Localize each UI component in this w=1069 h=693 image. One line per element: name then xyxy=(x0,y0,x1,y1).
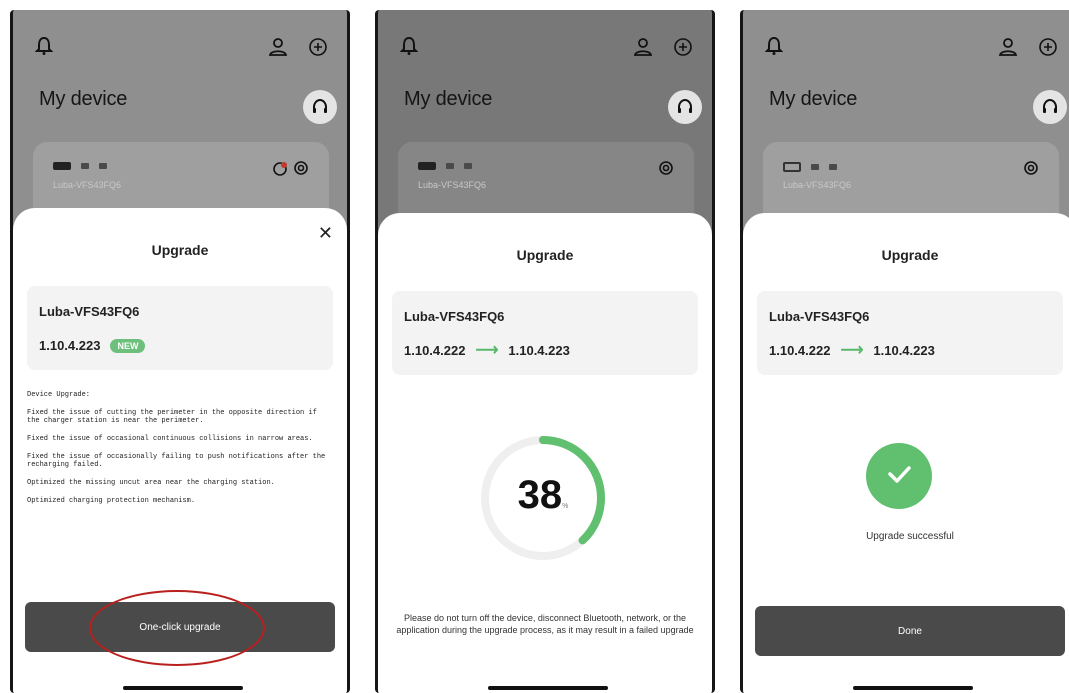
check-icon xyxy=(882,457,916,496)
arrow-right-icon: ⟶ xyxy=(475,341,499,359)
progress-value: 38 xyxy=(517,473,563,517)
version-label: 1.10.4.223 xyxy=(39,338,101,353)
upgrade-screen-prompt: My device Luba-VFS43FQ6 ✕ Upgrade Luba-V… xyxy=(10,10,350,693)
device-card-name: Luba-VFS43FQ6 xyxy=(418,180,487,190)
arrow-right-icon: ⟶ xyxy=(840,341,864,359)
release-note-item: Optimized the missing uncut area near th… xyxy=(27,479,275,487)
gear-icon[interactable] xyxy=(656,158,676,178)
release-notes: Device Upgrade: Fixed the issue of cutti… xyxy=(27,391,333,515)
device-name: Luba-VFS43FQ6 xyxy=(769,309,870,324)
done-button[interactable]: Done xyxy=(755,606,1065,656)
user-icon[interactable] xyxy=(997,36,1019,58)
home-indicator xyxy=(123,686,243,690)
release-note-item: Fixed the issue of cutting the perimeter… xyxy=(27,409,317,425)
version-to: 1.10.4.223 xyxy=(873,343,935,358)
upgrade-sheet: Upgrade Luba-VFS43FQ6 1.10.4.222 ⟶ 1.10.… xyxy=(378,213,712,693)
sheet-title: Upgrade xyxy=(151,242,209,258)
sheet-title: Upgrade xyxy=(516,247,574,263)
battery-icon xyxy=(783,162,801,172)
upgrade-screen-progress: My device Luba-VFS43FQ6 Upgrade Luba-VFS… xyxy=(375,10,715,693)
alert-icon xyxy=(271,160,289,178)
plus-circle-icon[interactable] xyxy=(307,36,329,58)
progress-ring: 38% xyxy=(472,427,614,569)
page-title: My device xyxy=(39,88,128,110)
release-note-heading: Device Upgrade: xyxy=(27,391,91,399)
headset-icon[interactable] xyxy=(1033,90,1067,124)
device-name: Luba-VFS43FQ6 xyxy=(404,309,505,324)
new-badge: NEW xyxy=(110,338,146,353)
gear-icon[interactable] xyxy=(291,158,311,178)
version-from: 1.10.4.222 xyxy=(404,343,466,358)
gear-icon[interactable] xyxy=(1021,158,1041,178)
success-message: Upgrade successful xyxy=(866,531,954,542)
bell-icon[interactable] xyxy=(763,34,785,58)
upgrade-warning: Please do not turn off the device, disco… xyxy=(396,613,694,635)
upgrade-screen-success: My device Luba-VFS43FQ6 Upgrade Luba-VFS… xyxy=(740,10,1069,693)
headset-icon[interactable] xyxy=(303,90,337,124)
close-icon[interactable]: ✕ xyxy=(318,224,333,242)
bluetooth-icon xyxy=(99,163,107,169)
upgrade-sheet: Upgrade Luba-VFS43FQ6 1.10.4.222 ⟶ 1.10.… xyxy=(743,213,1069,693)
device-card-name: Luba-VFS43FQ6 xyxy=(53,180,122,190)
plus-circle-icon[interactable] xyxy=(1037,36,1059,58)
headset-icon[interactable] xyxy=(668,90,702,124)
success-check-badge xyxy=(866,443,932,509)
bluetooth-icon xyxy=(829,164,837,170)
user-icon[interactable] xyxy=(267,36,289,58)
release-note-item: Fixed the issue of occasionally failing … xyxy=(27,453,326,469)
version-to: 1.10.4.223 xyxy=(508,343,570,358)
device-card-name: Luba-VFS43FQ6 xyxy=(783,180,852,190)
wifi-icon xyxy=(446,163,454,169)
page-title: My device xyxy=(404,88,493,110)
bell-icon[interactable] xyxy=(398,34,420,58)
bell-icon[interactable] xyxy=(33,34,55,58)
device-info-box: Luba-VFS43FQ6 1.10.4.222 ⟶ 1.10.4.223 xyxy=(392,291,698,375)
battery-icon xyxy=(53,162,71,170)
progress-unit: % xyxy=(562,503,569,510)
user-icon[interactable] xyxy=(632,36,654,58)
wifi-icon xyxy=(811,164,819,170)
device-name: Luba-VFS43FQ6 xyxy=(39,304,140,319)
wifi-icon xyxy=(81,163,89,169)
home-indicator xyxy=(488,686,608,690)
device-info-box: Luba-VFS43FQ6 1.10.4.223 NEW xyxy=(27,286,333,370)
bluetooth-icon xyxy=(464,163,472,169)
device-info-box: Luba-VFS43FQ6 1.10.4.222 ⟶ 1.10.4.223 xyxy=(757,291,1063,375)
release-note-item: Fixed the issue of occasional continuous… xyxy=(27,435,313,443)
home-indicator xyxy=(853,686,973,690)
release-note-item: Optimized charging protection mechanism. xyxy=(27,497,196,505)
sheet-title: Upgrade xyxy=(881,247,939,263)
one-click-upgrade-button[interactable]: One-click upgrade xyxy=(25,602,335,652)
version-from: 1.10.4.222 xyxy=(769,343,831,358)
plus-circle-icon[interactable] xyxy=(672,36,694,58)
battery-icon xyxy=(418,162,436,170)
page-title: My device xyxy=(769,88,858,110)
upgrade-sheet: ✕ Upgrade Luba-VFS43FQ6 1.10.4.223 NEW D… xyxy=(13,208,347,693)
